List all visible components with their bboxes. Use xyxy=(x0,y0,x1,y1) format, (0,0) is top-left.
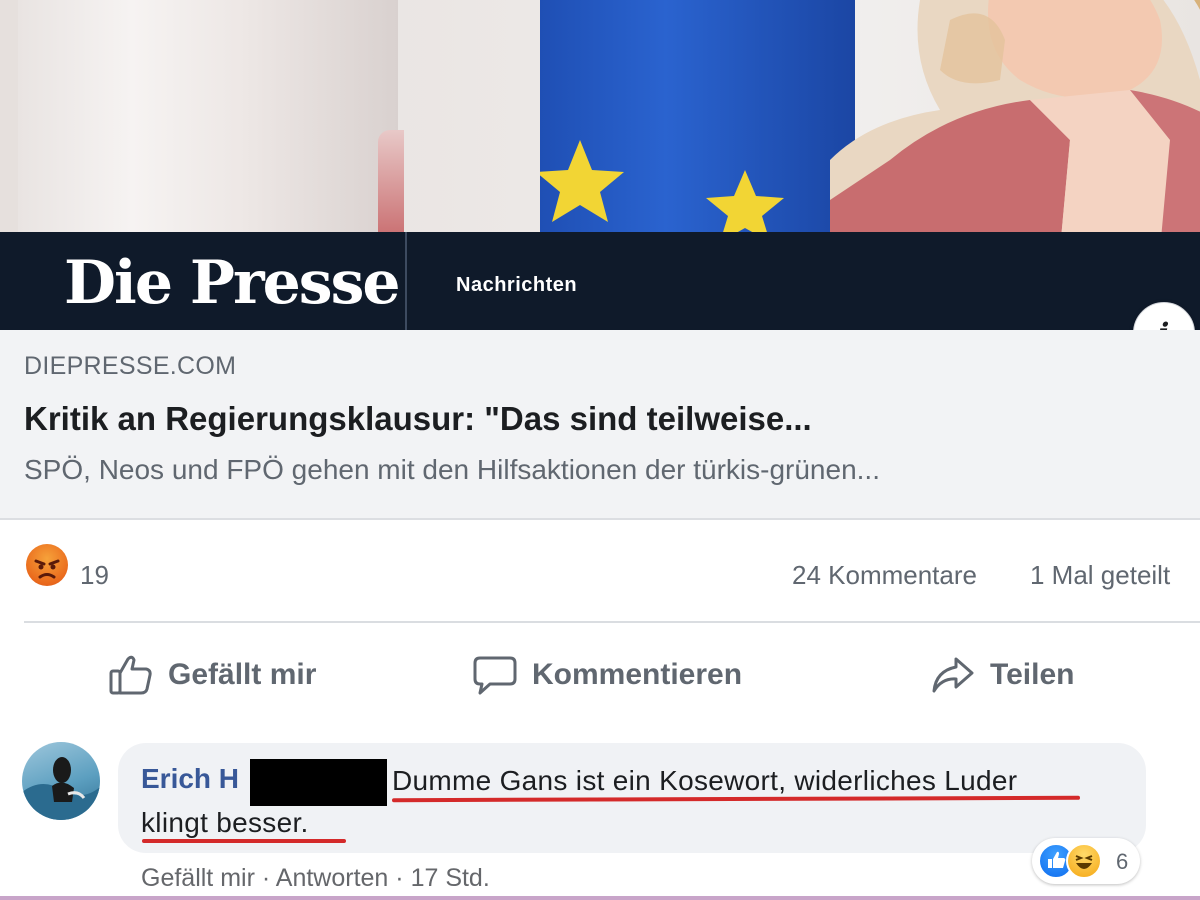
comment-reactions[interactable]: 6 xyxy=(1032,838,1140,884)
die-presse-logo: Die Presse xyxy=(64,248,401,318)
comment-timestamp[interactable]: 17 Std. xyxy=(411,864,490,892)
person-photo xyxy=(830,0,1200,232)
redaction-box xyxy=(250,759,387,806)
comment-like-link[interactable]: Gefällt mir xyxy=(141,864,255,892)
brand-divider xyxy=(405,232,407,330)
eu-flag-shape xyxy=(536,0,855,232)
eu-stars xyxy=(536,140,784,232)
comment-text-line2: klingt besser. xyxy=(141,807,309,838)
comment-text-line1: Dumme Gans ist ein Kosewort, widerliches… xyxy=(392,765,1018,796)
comments-count[interactable]: 24 Kommentare xyxy=(792,560,977,591)
share-arrow-icon xyxy=(932,657,974,693)
post-stats: 19 24 Kommentare 1 Mal geteilt xyxy=(0,540,1200,610)
reaction-count[interactable]: 19 xyxy=(80,560,109,591)
comment-reply-link[interactable]: Antworten xyxy=(276,864,389,892)
bottom-border xyxy=(0,896,1200,900)
brand-section-label: Nachrichten xyxy=(456,274,578,296)
comment-button-label: Kommentieren xyxy=(532,658,743,691)
meta-separator: · xyxy=(261,864,271,892)
divider xyxy=(24,621,1200,623)
shares-count[interactable]: 1 Mal geteilt xyxy=(1030,560,1170,591)
haha-reaction-icon xyxy=(1066,843,1102,879)
article-preview-image[interactable] xyxy=(0,0,1200,232)
link-headline[interactable]: Kritik an Regierungsklausur: "Das sind t… xyxy=(24,400,812,438)
share-button-label: Teilen xyxy=(990,658,1075,691)
comment-author[interactable]: Erich H xyxy=(141,763,239,795)
angry-reaction-icon[interactable] xyxy=(26,544,68,586)
thumbs-up-icon xyxy=(109,655,152,695)
like-button-label: Gefällt mir xyxy=(168,658,317,691)
comment-reaction-count: 6 xyxy=(1116,849,1129,874)
link-preview[interactable]: DIEPRESSE.COM Kritik an Regierungsklausu… xyxy=(0,330,1200,520)
link-description: SPÖ, Neos und FPÖ gehen mit den Hilfsakt… xyxy=(24,454,880,485)
share-button[interactable]: Teilen xyxy=(930,650,1074,700)
austrian-flag-shape xyxy=(18,0,398,232)
flag-red-stripe xyxy=(378,130,404,232)
angry-face-icon xyxy=(34,559,60,579)
meta-separator: · xyxy=(395,864,404,892)
like-button[interactable]: Gefällt mir xyxy=(108,650,316,700)
avatar-photo xyxy=(22,757,100,820)
comment-meta: Gefällt mir · Antworten · 17 Std. xyxy=(141,864,490,893)
link-domain: DIEPRESSE.COM xyxy=(24,352,237,380)
red-underline xyxy=(142,839,346,843)
laughing-face-icon xyxy=(1075,855,1093,869)
comment-icon xyxy=(473,656,517,695)
brand-banner: Die Presse Nachrichten xyxy=(0,232,1200,330)
comment-button[interactable]: Kommentieren xyxy=(472,650,742,700)
avatar[interactable] xyxy=(22,742,100,820)
